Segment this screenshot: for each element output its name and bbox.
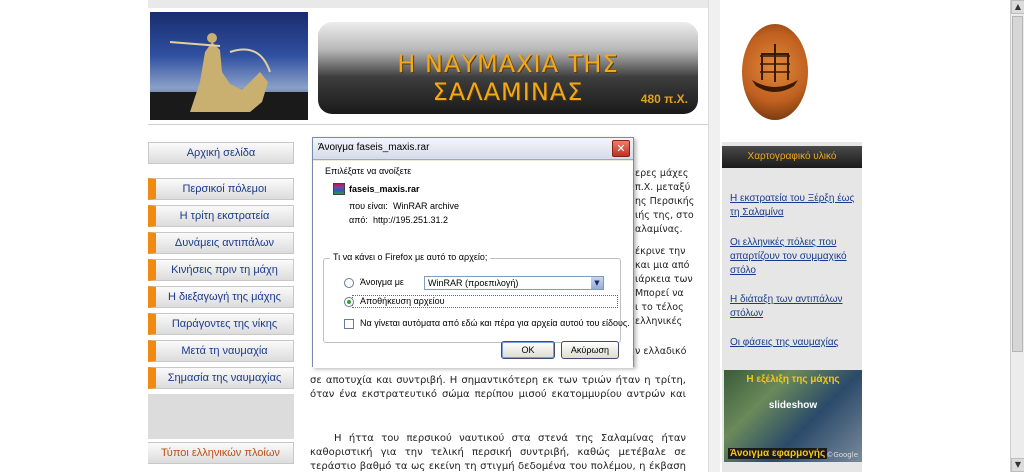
nav-item-after-battle[interactable]: Μετά τη ναυμαχία bbox=[148, 340, 294, 362]
site-subtitle: 480 π.Χ. bbox=[640, 92, 688, 106]
nav-item-persian-wars[interactable]: Περσικοί πόλεμοι bbox=[148, 178, 294, 200]
open-with-radio[interactable] bbox=[344, 278, 354, 288]
map-credit: ©Google bbox=[826, 451, 858, 459]
open-with-select[interactable]: WinRAR (προεπιλογή) ▼ bbox=[424, 276, 604, 290]
page-scrollbar[interactable]: ▲ ▼ bbox=[1010, 0, 1024, 472]
map-link-battle-phases[interactable]: Οι φάσεις της ναυμαχίας bbox=[730, 336, 858, 350]
article-fragment: και μια από bbox=[635, 260, 690, 271]
scroll-up-arrow-icon[interactable]: ▲ bbox=[1011, 0, 1024, 14]
file-type-value: WinRAR archive bbox=[393, 201, 460, 211]
open-with-label: Άνοιγμα με bbox=[360, 277, 404, 287]
nav-item-battle-conduct[interactable]: Η διεξαγωγή της μάχης bbox=[148, 286, 294, 308]
article-fragment: ν ελλαδικό bbox=[635, 346, 687, 357]
statue-image bbox=[150, 12, 308, 120]
download-dialog: Άνοιγμα faseis_maxis.rar ✕ Επιλέξατε να … bbox=[312, 137, 634, 368]
map-panel-heading: Χαρτογραφικό υλικό bbox=[722, 146, 862, 168]
save-file-radio[interactable] bbox=[344, 297, 354, 307]
article-fragment: ερες μάχες bbox=[635, 168, 689, 179]
scrollbar-thumb[interactable] bbox=[1012, 16, 1023, 352]
close-icon[interactable]: ✕ bbox=[612, 140, 630, 157]
article-fragment: π.Χ. μεταξύ bbox=[635, 182, 691, 193]
file-source-label: από: bbox=[349, 215, 368, 225]
ok-button[interactable]: OK bbox=[501, 341, 555, 359]
ship-coin-image bbox=[742, 24, 808, 120]
auto-action-checkbox[interactable] bbox=[344, 319, 354, 329]
article-paragraph-1-cont bbox=[310, 400, 686, 414]
article-paragraph-2: Η ήττα του περσικού ναυτικού στα στενά τ… bbox=[310, 433, 686, 472]
article-fragment: Μπορεί να bbox=[635, 288, 684, 299]
auto-action-label: Να γίνεται αυτόματα από εδώ και πέρα για… bbox=[360, 318, 630, 328]
article-fragment: ιής της, στο bbox=[635, 210, 694, 221]
slideshow-thumbnail[interactable]: Η εξέλιξη της μάχης slideshow Άνοιγμα εφ… bbox=[724, 370, 862, 462]
scroll-down-arrow-icon[interactable]: ▼ bbox=[1011, 458, 1024, 472]
slideshow-open-button[interactable]: Άνοιγμα εφαρμογής bbox=[728, 448, 828, 459]
divider bbox=[148, 124, 708, 125]
open-with-value: WinRAR (προεπιλογή) bbox=[428, 278, 519, 288]
article-fragment: αλαμίνας. bbox=[635, 224, 683, 235]
site-banner: Η ΝΑΥΜΑΧΙΑ ΤΗΣ ΣΑΛΑΜΙΝΑΣ 480 π.Χ. bbox=[318, 22, 698, 114]
nav-item-forces[interactable]: Δυνάμεις αντιπάλων bbox=[148, 232, 294, 254]
top-bar bbox=[148, 0, 708, 8]
article-fragment: ελληνικές bbox=[635, 316, 683, 327]
article-fragment: ι το τέλος bbox=[635, 302, 684, 313]
dialog-body: Επιλέξατε να ανοίξετε faseis_maxis.rar π… bbox=[313, 161, 633, 368]
article-paragraph-1: σε αποτυχία και συντριβή. Η σημαντικότερ… bbox=[310, 375, 686, 400]
action-group-label: Τι να κάνει ο Firefox με αυτό το αρχείο; bbox=[330, 252, 491, 262]
dialog-titlebar[interactable]: Άνοιγμα faseis_maxis.rar ✕ bbox=[313, 138, 633, 160]
map-link-allied-cities[interactable]: Οι ελληνικές πόλεις που απαρτίζουν τον σ… bbox=[730, 236, 858, 278]
nav-item-victory-factors[interactable]: Παράγοντες της νίκης bbox=[148, 313, 294, 335]
nav-spacer bbox=[148, 394, 294, 439]
article-fragment: έκρινε την bbox=[635, 246, 686, 257]
nav-item-significance[interactable]: Σημασία της ναυμαχίας bbox=[148, 367, 294, 389]
left-margin bbox=[0, 0, 148, 472]
action-group: Τι να κάνει ο Firefox με αυτό το αρχείο;… bbox=[323, 252, 630, 343]
file-source-value: http://195.251.31.2 bbox=[373, 215, 449, 225]
save-file-label: Αποθήκευση αρχείου bbox=[360, 296, 445, 306]
map-link-fleet-layout[interactable]: Η διάταξη των αντιπάλων στόλων bbox=[730, 293, 858, 321]
dialog-title: Άνοιγμα faseis_maxis.rar bbox=[318, 142, 430, 153]
chevron-down-icon[interactable]: ▼ bbox=[591, 277, 603, 289]
dialog-filename: faseis_maxis.rar bbox=[349, 184, 420, 194]
dialog-prompt: Επιλέξατε να ανοίξετε bbox=[325, 166, 412, 176]
cancel-button[interactable]: Ακύρωση bbox=[561, 341, 619, 359]
slideshow-title: Η εξέλιξη της μάχης bbox=[746, 374, 840, 385]
slideshow-label: slideshow bbox=[768, 400, 818, 411]
column-divider bbox=[708, 0, 720, 472]
nav-item-ship-types[interactable]: Τύποι ελληνικών πλοίων bbox=[148, 442, 294, 464]
main-nav: Αρχική σελίδα Περσικοί πόλεμοι Η τρίτη ε… bbox=[148, 142, 294, 469]
nav-item-third-campaign[interactable]: Η τρίτη εκστρατεία bbox=[148, 205, 294, 227]
article-fragment: ης Περσικής bbox=[635, 196, 695, 207]
nav-item-home[interactable]: Αρχική σελίδα bbox=[148, 142, 294, 164]
file-type-label: που είναι: bbox=[349, 201, 388, 211]
map-link-campaign[interactable]: Η εκστρατεία του Ξέρξη έως τη Σαλαμίνα bbox=[730, 192, 858, 220]
article-fragment: ιάρκεια των bbox=[635, 274, 693, 285]
rar-archive-icon bbox=[333, 183, 345, 195]
nav-item-moves-before-battle[interactable]: Κινήσεις πριν τη μάχη bbox=[148, 259, 294, 281]
